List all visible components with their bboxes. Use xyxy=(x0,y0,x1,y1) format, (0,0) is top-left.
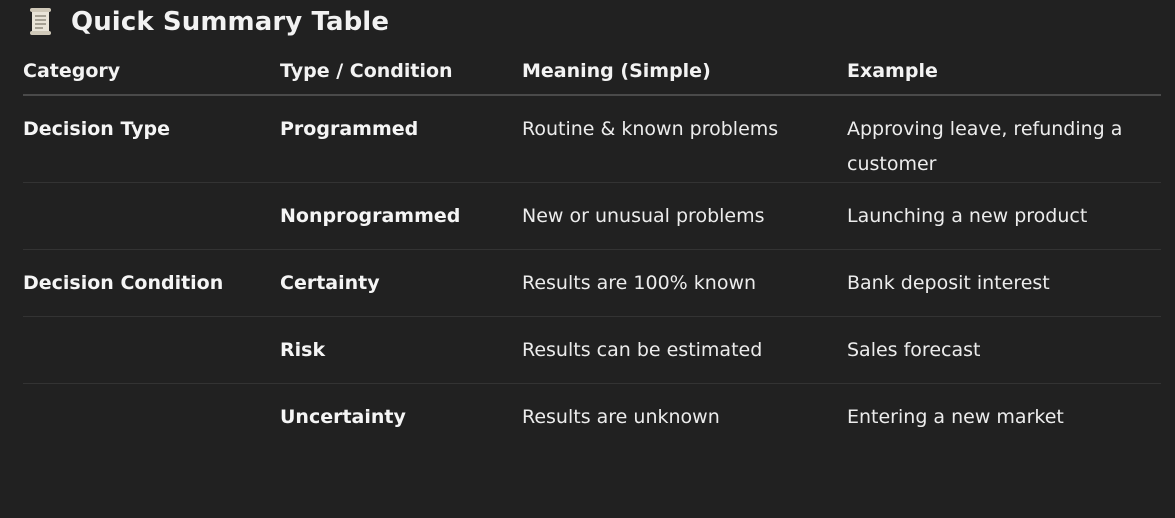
page-header: Quick Summary Table xyxy=(29,4,389,40)
category-cell xyxy=(23,182,280,250)
example-cell: Entering a new market xyxy=(847,406,1064,428)
meaning-cell: New or unusual problems xyxy=(522,182,847,250)
table-row: Decision Condition Certainty Results are… xyxy=(23,249,1161,317)
category-cell xyxy=(23,316,280,384)
summary-table: Category Type / Condition Meaning (Simpl… xyxy=(23,48,1161,451)
meaning-cell: Results are 100% known xyxy=(522,249,847,317)
table-row: Uncertainty Results are unknown Entering… xyxy=(23,384,1161,451)
category-cell xyxy=(23,384,280,451)
type-cell: Risk xyxy=(280,316,522,384)
table-header-row: Category Type / Condition Meaning (Simpl… xyxy=(23,48,1161,96)
meaning-cell: Results can be estimated xyxy=(522,316,847,384)
type-cell: Nonprogrammed xyxy=(280,182,522,250)
category-cell: Decision Condition xyxy=(23,249,280,317)
type-cell: Programmed xyxy=(280,95,522,183)
category-cell: Decision Type xyxy=(23,95,280,183)
table-row: Risk Results can be estimated Sales fore… xyxy=(23,316,1161,384)
column-header-category: Category xyxy=(23,48,280,96)
example-cell: Sales forecast xyxy=(847,316,1161,384)
example-cell: Bank deposit interest xyxy=(847,249,1161,317)
meaning-cell: Results are unknown xyxy=(522,406,720,428)
type-cell: Certainty xyxy=(280,249,522,317)
table-row: Nonprogrammed New or unusual problems La… xyxy=(23,182,1161,250)
meaning-cell: Routine & known problems xyxy=(522,95,847,183)
example-cell: Launching a new product xyxy=(847,182,1161,250)
column-header-meaning: Meaning (Simple) xyxy=(522,48,847,96)
column-header-example: Example xyxy=(847,48,1161,96)
type-cell: Uncertainty xyxy=(280,406,406,428)
scroll-icon xyxy=(29,7,53,37)
example-cell: Approving leave, refunding a customer xyxy=(847,95,1161,183)
column-header-type-condition: Type / Condition xyxy=(280,48,522,96)
table-row: Decision Type Programmed Routine & known… xyxy=(23,95,1161,183)
page-title: Quick Summary Table xyxy=(71,7,390,37)
